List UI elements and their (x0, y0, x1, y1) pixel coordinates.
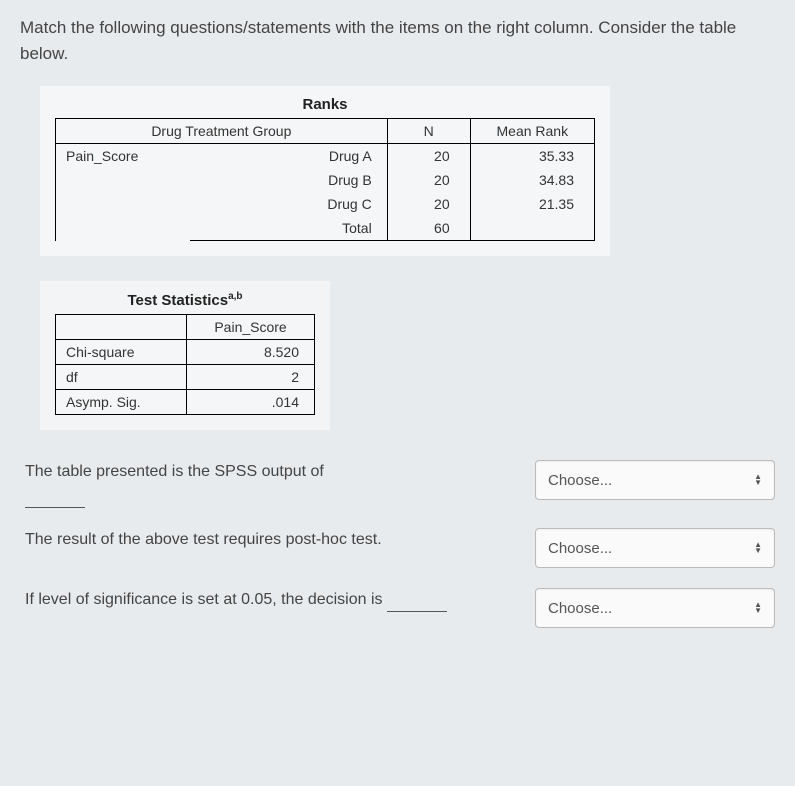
total-label: Total (190, 216, 387, 241)
table-row: Pain_Score Drug A 20 35.33 (56, 144, 595, 169)
stats-col-header: Pain_Score (187, 315, 315, 340)
n-value: 20 (387, 144, 470, 169)
dropdown-q2[interactable]: Choose... ▲▼ (535, 528, 775, 568)
stat-label: Chi-square (56, 340, 187, 365)
question-3: If level of significance is set at 0.05,… (20, 588, 775, 628)
drug-label: Drug A (190, 144, 387, 169)
stats-table-container: Test Statisticsa,b Pain_Score Chi-square… (40, 281, 330, 430)
drug-label: Drug B (190, 168, 387, 192)
stat-label: df (56, 365, 187, 390)
empty-header (56, 315, 187, 340)
mean-value: 34.83 (470, 168, 594, 192)
ranks-table-container: Ranks Drug Treatment Group N Mean Rank P… (40, 86, 610, 256)
dropdown-label: Choose... (548, 540, 612, 557)
chevron-sort-icon: ▲▼ (754, 602, 762, 614)
stats-table: Pain_Score Chi-square 8.520 df 2 Asymp. … (55, 314, 315, 415)
drug-label: Drug C (190, 192, 387, 216)
table-row: df 2 (56, 365, 315, 390)
dropdown-q3[interactable]: Choose... ▲▼ (535, 588, 775, 628)
ranks-title: Ranks (55, 96, 595, 113)
mean-value (470, 216, 594, 241)
question-text: If level of significance is set at 0.05,… (20, 588, 515, 612)
blank-line (387, 598, 447, 612)
col-mean-rank: Mean Rank (470, 119, 594, 144)
col-n: N (387, 119, 470, 144)
stat-value: 8.520 (187, 340, 315, 365)
question-1: The table presented is the SPSS output o… (20, 460, 775, 508)
stat-value: .014 (187, 390, 315, 415)
n-value: 20 (387, 192, 470, 216)
chevron-sort-icon: ▲▼ (754, 474, 762, 486)
blank-line (25, 494, 85, 508)
col-drug-group: Drug Treatment Group (56, 119, 388, 144)
table-row: Chi-square 8.520 (56, 340, 315, 365)
question-text: The table presented is the SPSS output o… (20, 460, 515, 508)
n-value: 60 (387, 216, 470, 241)
row-variable-label: Pain_Score (56, 144, 191, 241)
stat-value: 2 (187, 365, 315, 390)
chevron-sort-icon: ▲▼ (754, 542, 762, 554)
stat-label: Asymp. Sig. (56, 390, 187, 415)
mean-value: 21.35 (470, 192, 594, 216)
stats-title: Test Statisticsa,b (55, 291, 315, 309)
table-row: Asymp. Sig. .014 (56, 390, 315, 415)
dropdown-label: Choose... (548, 472, 612, 489)
mean-value: 35.33 (470, 144, 594, 169)
dropdown-label: Choose... (548, 600, 612, 617)
dropdown-q1[interactable]: Choose... ▲▼ (535, 460, 775, 500)
question-text: The result of the above test requires po… (20, 528, 515, 552)
instruction-text: Match the following questions/statements… (20, 15, 775, 66)
ranks-table: Drug Treatment Group N Mean Rank Pain_Sc… (55, 118, 595, 241)
question-2: The result of the above test requires po… (20, 528, 775, 568)
n-value: 20 (387, 168, 470, 192)
